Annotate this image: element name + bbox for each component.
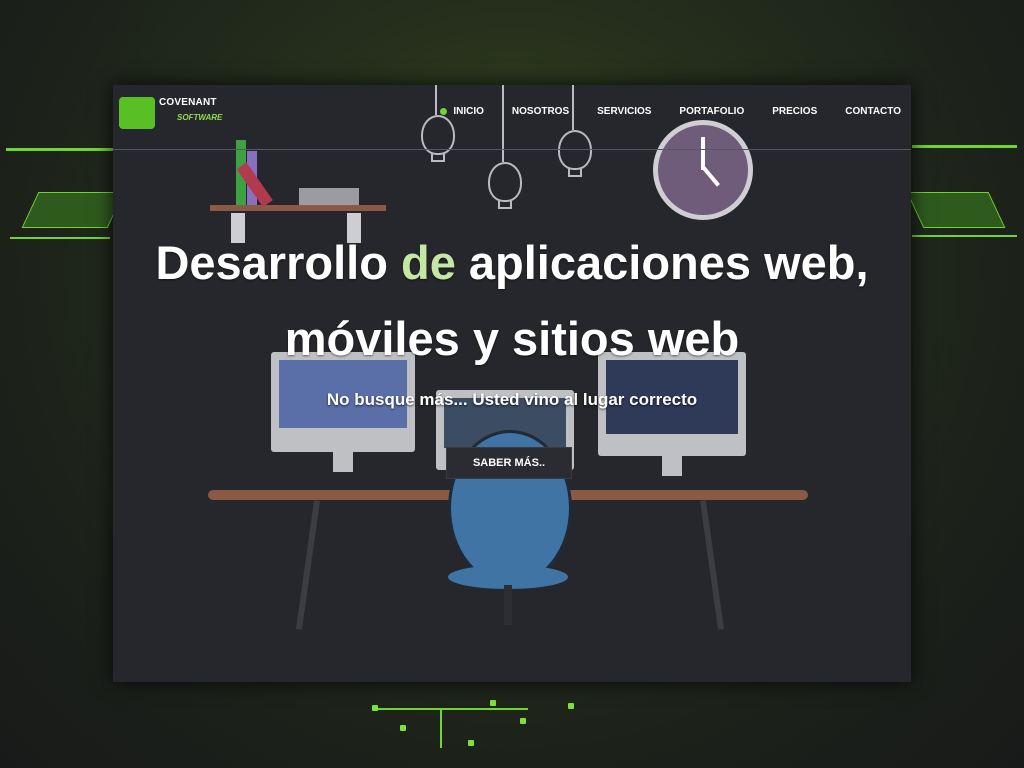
- hero-title-line1: Desarrollo de aplicaciones web,: [155, 236, 869, 289]
- brand-tagline: SOFTWARE: [177, 113, 223, 122]
- nav-item-portafolio[interactable]: PORTAFOLIO: [679, 106, 744, 117]
- nav-item-nosotros[interactable]: NOSOTROS: [512, 106, 569, 117]
- hero-title-line2: móviles y sitios web: [284, 312, 740, 365]
- lightbulb-icon: [488, 162, 522, 209]
- chair-post: [504, 585, 512, 625]
- hero-subtitle: No busque más... Usted vino al lugar cor…: [326, 390, 698, 409]
- navbar: COVENANT SOFTWARE INICIO NOSOTROS SERVIC…: [113, 85, 911, 150]
- hero-title-accent: de: [400, 236, 456, 289]
- main-nav: INICIO NOSOTROS SERVICIOS PORTAFOLIO PRE…: [440, 106, 901, 117]
- desk-leg: [295, 500, 321, 630]
- nav-item-precios[interactable]: PRECIOS: [772, 106, 817, 117]
- brand-logo[interactable]: COVENANT SOFTWARE: [119, 95, 229, 135]
- brand-name: COVENANT: [159, 97, 217, 108]
- nav-item-inicio[interactable]: INICIO: [440, 106, 484, 117]
- logo-icon: [119, 97, 155, 129]
- nav-item-servicios[interactable]: SERVICIOS: [597, 106, 651, 117]
- desk-leg: [699, 500, 725, 630]
- nav-item-contacto[interactable]: CONTACTO: [845, 106, 901, 117]
- book: [299, 188, 359, 205]
- browser-viewport: COVENANT SOFTWARE INICIO NOSOTROS SERVIC…: [113, 85, 911, 682]
- bookshelf: [210, 205, 386, 211]
- saber-mas-button[interactable]: SABER MÁS..: [446, 447, 572, 479]
